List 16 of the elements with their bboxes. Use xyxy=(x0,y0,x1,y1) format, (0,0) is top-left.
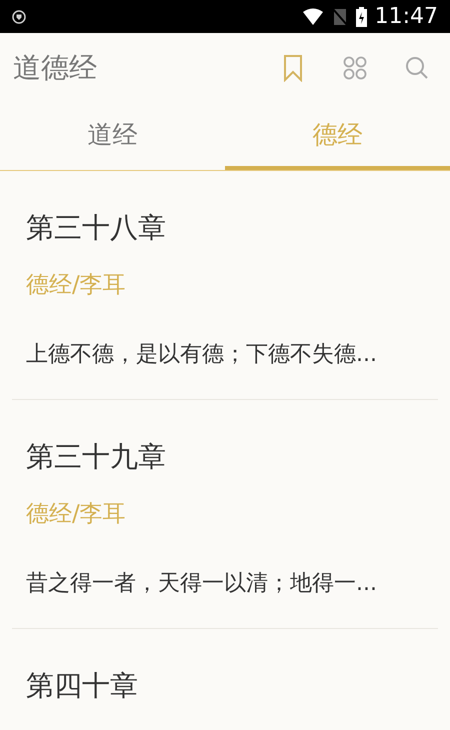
no-signal-icon xyxy=(332,8,348,26)
grid-icon[interactable] xyxy=(342,55,368,81)
search-icon[interactable] xyxy=(404,55,430,81)
chapter-excerpt: 上德不德，是以有德；下德不失德... xyxy=(26,341,378,369)
chapter-source: 德经/李耳 xyxy=(26,500,127,528)
wifi-icon xyxy=(302,8,324,26)
chapter-title[interactable]: 第三十九章 xyxy=(26,440,424,474)
status-time: 11:47 xyxy=(374,6,438,28)
battery-icon xyxy=(356,6,367,26)
chapter-title[interactable]: 第四十章 xyxy=(26,669,424,703)
shield-icon xyxy=(12,10,26,24)
chapter-title[interactable]: 第三十八章 xyxy=(26,211,424,245)
chapter-source: 德经/李耳 xyxy=(26,271,127,299)
app-title: 道德经 xyxy=(13,50,97,86)
tab[interactable]: 道经 xyxy=(0,103,225,170)
chapter-excerpt: 昔之得一者，天得一以清；地得一... xyxy=(26,570,378,598)
